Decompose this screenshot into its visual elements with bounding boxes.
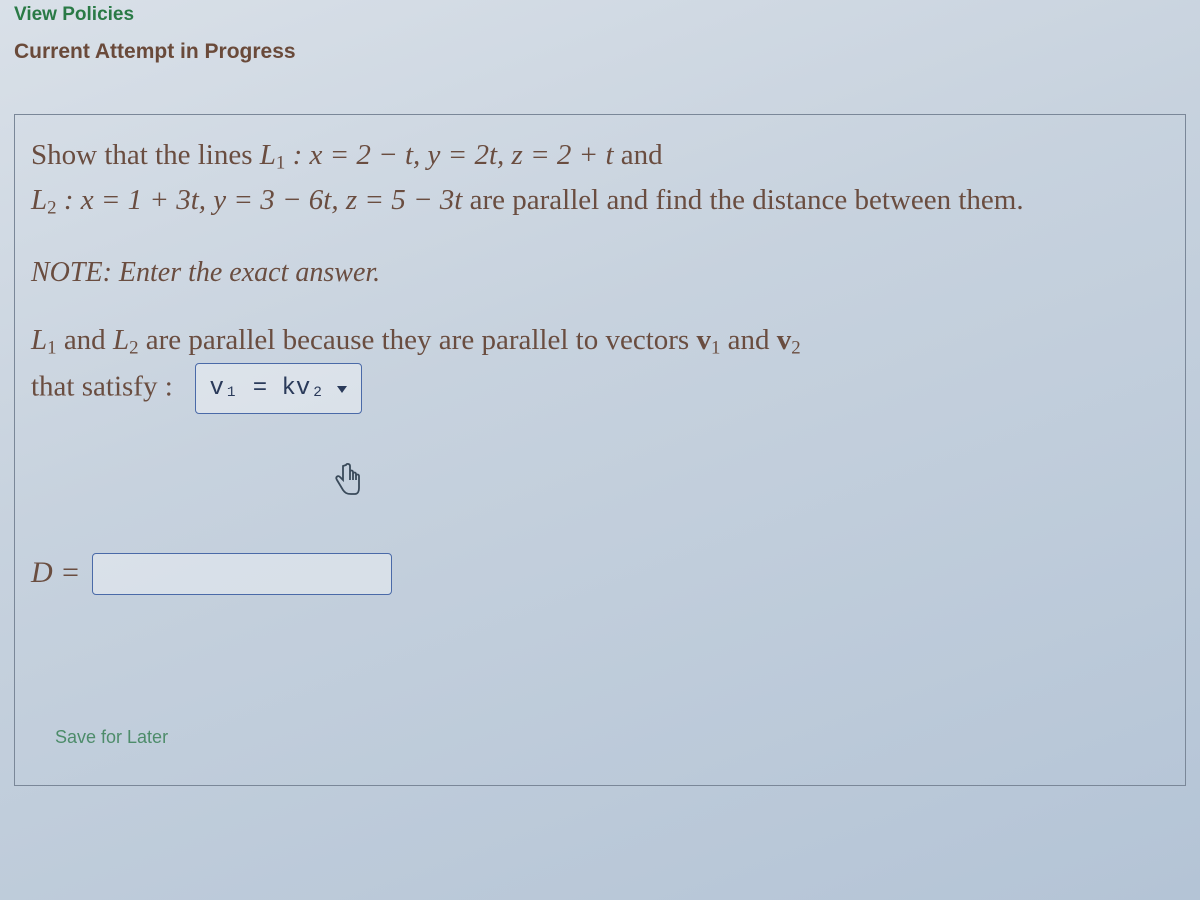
l2-sub: 2 xyxy=(47,198,56,219)
exp-and1: and xyxy=(57,324,113,356)
view-policies-text[interactable]: View Policies xyxy=(14,4,134,25)
exp-post: are parallel because they are parallel t… xyxy=(139,324,697,356)
exp-satisfy: that satisfy : xyxy=(31,370,173,402)
distance-label: D = xyxy=(31,550,80,597)
prob-intro: Show that the lines xyxy=(31,139,260,171)
l2-equations: : x = 1 + 3t, y = 3 − 6t, z = 5 − 3t xyxy=(57,184,463,216)
l1-equations: : x = 2 − t, y = 2t, z = 2 + t xyxy=(285,139,613,171)
distance-row: D = xyxy=(31,550,1169,597)
parallel-explanation: L1 and L2 are parallel because they are … xyxy=(31,318,1169,414)
prob-and: and xyxy=(614,139,663,171)
save-for-later-button[interactable]: Save for Later xyxy=(55,727,168,748)
attempt-status: Current Attempt in Progress xyxy=(14,40,1186,64)
exp-l2-sub: 2 xyxy=(129,338,138,359)
exp-v2-sub: 2 xyxy=(791,338,800,359)
chevron-down-icon xyxy=(335,382,349,396)
exp-l1-sub: 1 xyxy=(47,338,56,359)
exp-l2: L xyxy=(113,324,129,356)
exp-and2: and xyxy=(720,324,776,356)
exp-v2: v xyxy=(777,324,792,356)
problem-statement: Show that the lines L1 : x = 2 − t, y = … xyxy=(31,133,1169,223)
l2-symbol: L xyxy=(31,184,47,216)
exp-l1: L xyxy=(31,324,47,356)
pointer-cursor xyxy=(331,460,1169,502)
view-policies-link[interactable]: View Policies xyxy=(14,4,1186,26)
hand-cursor-icon xyxy=(331,460,363,498)
note-text: NOTE: Enter the exact answer. xyxy=(31,251,1169,294)
relation-dropdown[interactable]: v₁ = kv₂ xyxy=(195,363,362,414)
dropdown-value: v₁ = kv₂ xyxy=(210,370,325,407)
problem-box: Show that the lines L1 : x = 2 − t, y = … xyxy=(14,114,1186,786)
distance-input[interactable] xyxy=(92,553,392,595)
exp-v1-sub: 1 xyxy=(711,338,720,359)
prob-tail: are parallel and find the distance betwe… xyxy=(462,184,1023,216)
l1-symbol: L xyxy=(260,139,276,171)
l1-sub: 1 xyxy=(276,153,285,174)
exp-v1: v xyxy=(696,324,711,356)
